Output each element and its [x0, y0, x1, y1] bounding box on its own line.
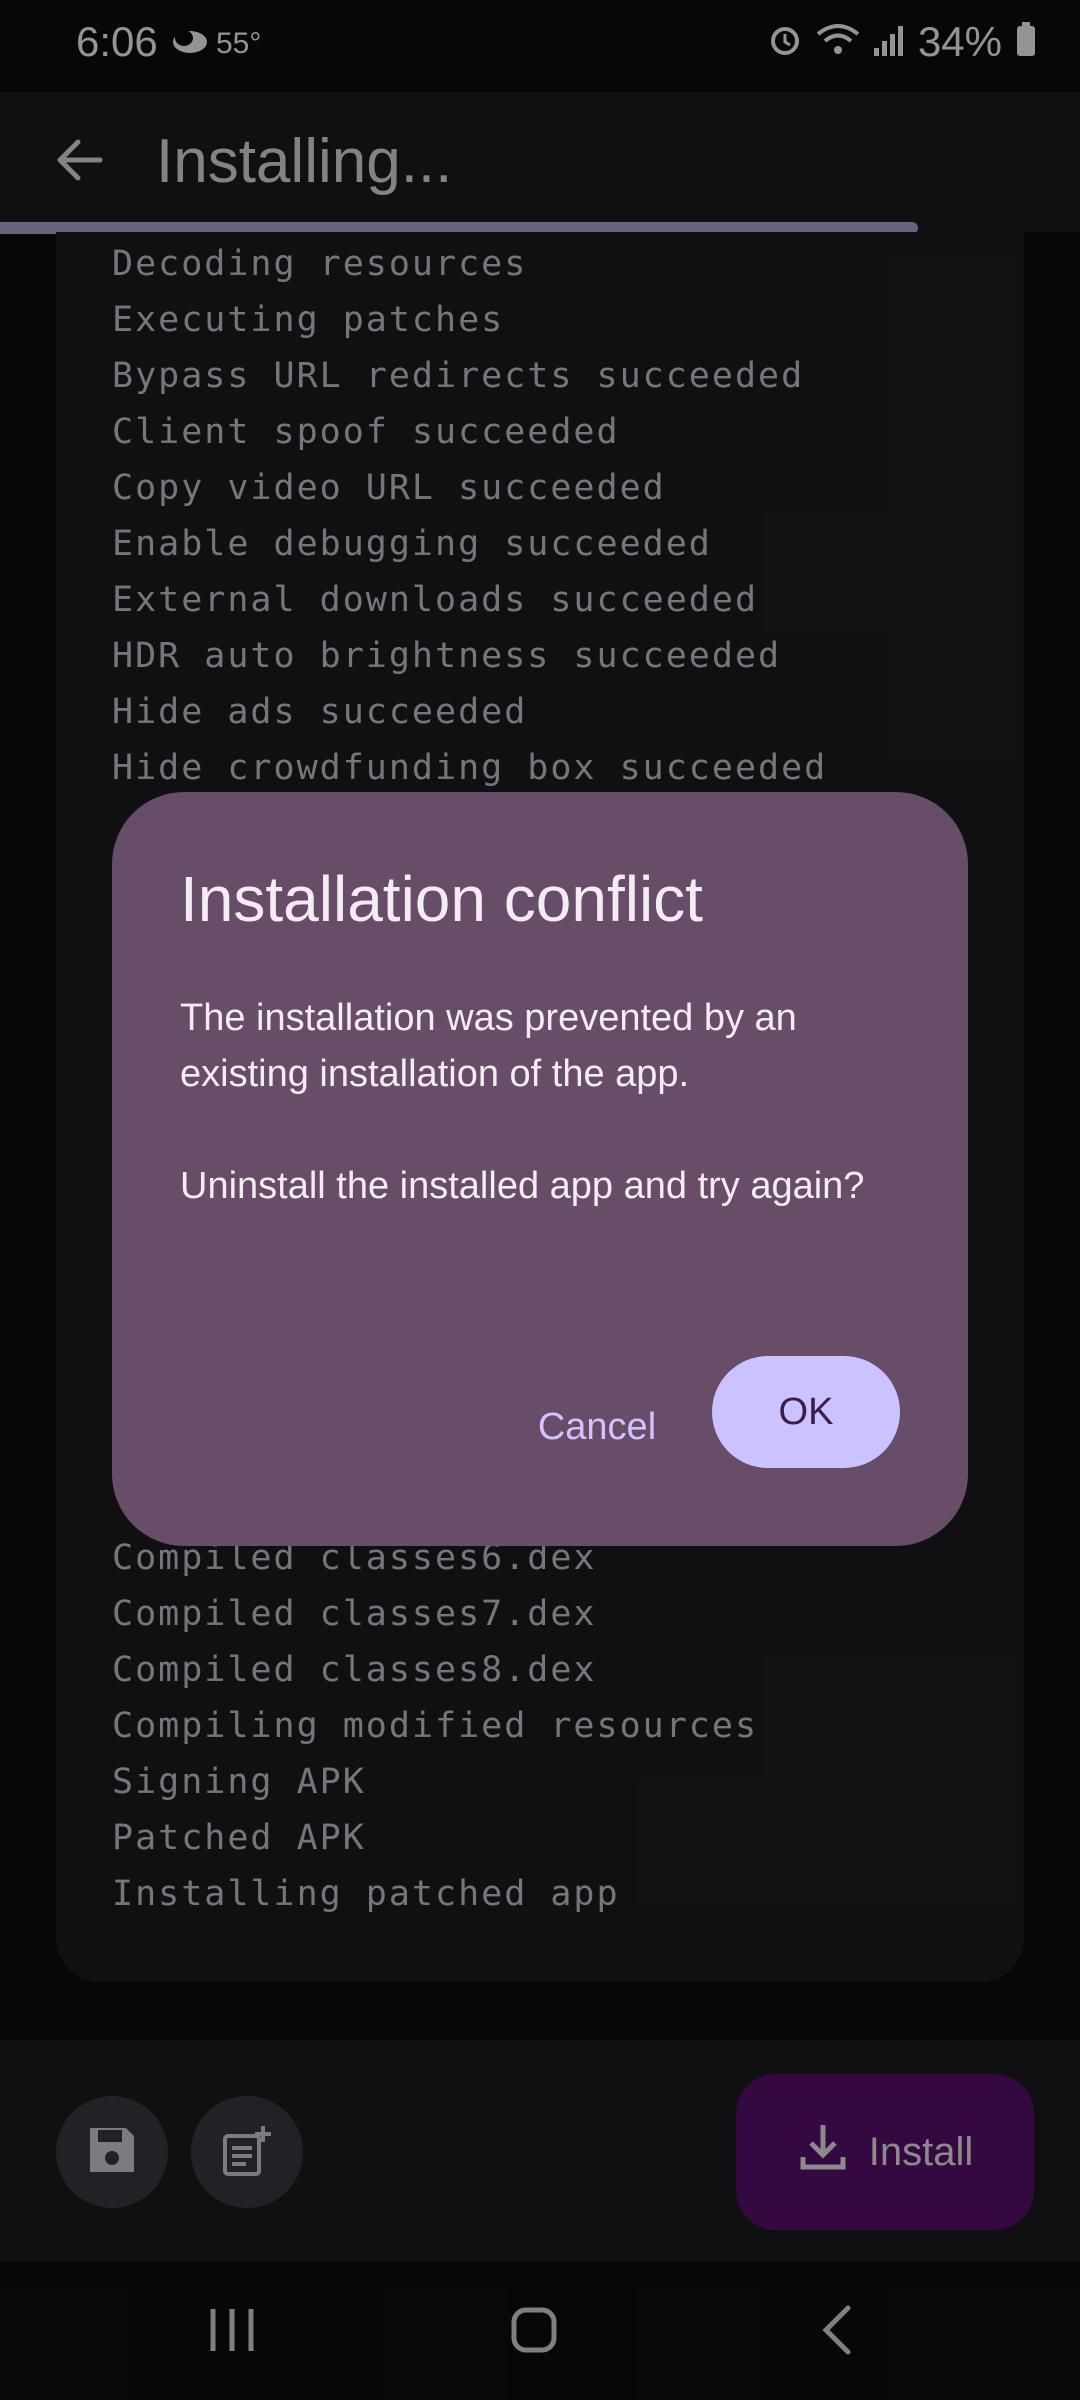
- cancel-button[interactable]: Cancel: [512, 1372, 682, 1482]
- log-line: Signing APK: [112, 1762, 366, 1802]
- arrow-back-icon: [54, 134, 106, 191]
- note-add-icon: [219, 2122, 275, 2183]
- log-line: Decoding resources: [112, 244, 528, 284]
- page-title: Installing...: [156, 127, 453, 196]
- home-button[interactable]: [474, 2292, 594, 2372]
- log-line: External downloads succeeded: [112, 580, 759, 620]
- status-right: 34%: [768, 18, 1036, 66]
- system-nav-bar: [0, 2262, 1080, 2400]
- status-temperature: 55°: [216, 27, 262, 60]
- status-bar: 6:06 55° 34%: [0, 0, 1080, 92]
- dialog-title: Installation conflict: [180, 863, 703, 935]
- install-button[interactable]: Install: [736, 2074, 1034, 2230]
- top-app-bar: Installing...: [0, 92, 1080, 232]
- save-icon: [84, 2122, 140, 2183]
- install-label: Install: [868, 2129, 974, 2174]
- log-line: Executing patches: [112, 300, 505, 340]
- log-line: Compiled classes8.dex: [112, 1650, 597, 1690]
- chevron-left-icon: [818, 2304, 854, 2361]
- weather: 55°: [170, 24, 261, 64]
- log-line: Installing patched app: [112, 1874, 620, 1914]
- installation-conflict-dialog: Installation conflict The installation w…: [112, 792, 968, 1546]
- log-line: Compiled classes7.dex: [112, 1594, 597, 1634]
- ok-button[interactable]: OK: [712, 1356, 900, 1468]
- log-line: HDR auto brightness succeeded: [112, 636, 782, 676]
- alarm-icon: [768, 18, 802, 66]
- weather-cloud-icon: [170, 24, 210, 64]
- dialog-message: The installation was prevented by an exi…: [180, 997, 797, 1095]
- home-icon: [510, 2306, 558, 2359]
- log-line: Copy video URL succeeded: [112, 468, 666, 508]
- download-icon: [797, 2121, 849, 2183]
- battery-icon: [1016, 18, 1036, 66]
- recents-button[interactable]: [172, 2292, 292, 2372]
- dialog-body: The installation was prevented by an exi…: [180, 990, 900, 1214]
- back-button[interactable]: [40, 122, 120, 202]
- signal-icon: [873, 18, 904, 66]
- log-line: Client spoof succeeded: [112, 412, 620, 452]
- log-line: Compiling modified resources: [112, 1706, 759, 1746]
- recents-icon: [207, 2307, 257, 2358]
- wifi-icon: [816, 18, 860, 66]
- back-nav-button[interactable]: [776, 2292, 896, 2372]
- save-log-button[interactable]: [56, 2096, 168, 2208]
- log-line: Hide crowdfunding box succeeded: [112, 748, 828, 788]
- dialog-question: Uninstall the installed app and try agai…: [180, 1165, 865, 1207]
- log-line: Enable debugging succeeded: [112, 524, 712, 564]
- battery-percent: 34%: [917, 18, 1002, 65]
- export-log-button[interactable]: [191, 2096, 303, 2208]
- log-line: Patched APK: [112, 1818, 366, 1858]
- status-time: 6:06: [76, 18, 158, 65]
- log-line: Bypass URL redirects succeeded: [112, 356, 805, 396]
- log-line: Hide ads succeeded: [112, 692, 528, 732]
